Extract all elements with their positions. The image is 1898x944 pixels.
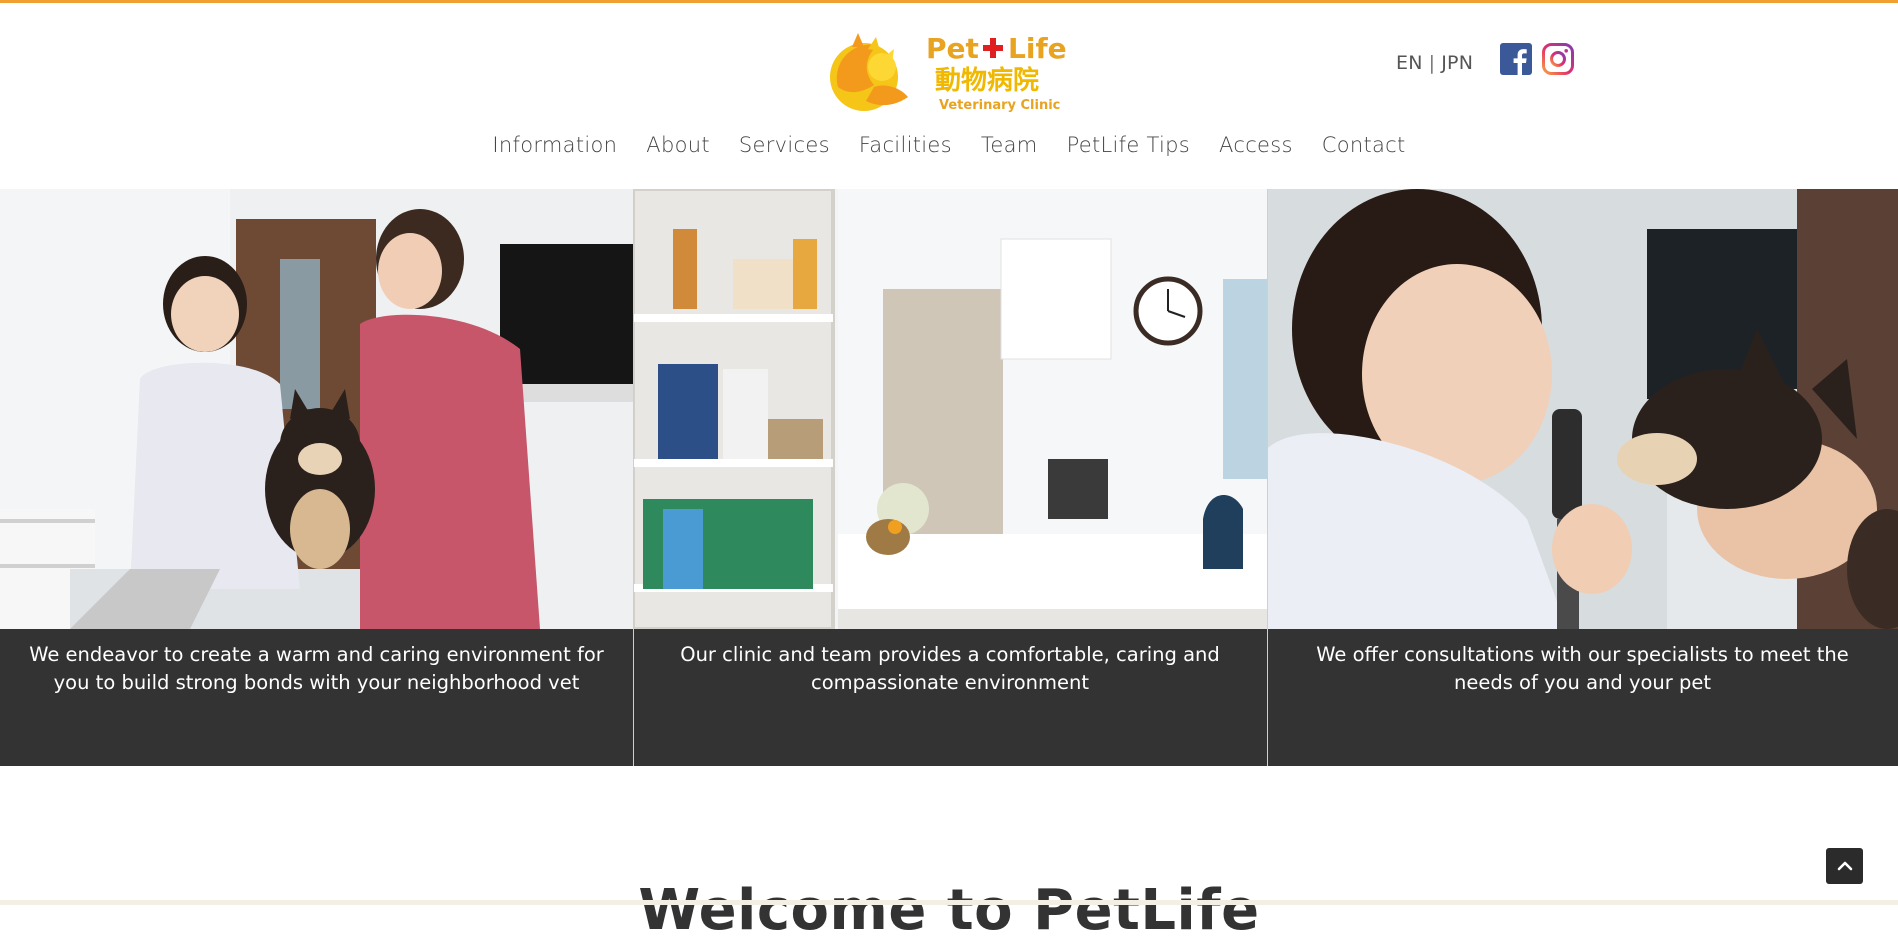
nav-item-services[interactable]: Services [739,133,830,169]
logo-word-pet: Pet [926,32,979,65]
chevron-up-icon [1837,861,1852,871]
hero-panel-2[interactable]: Our clinic and team provides a comfortab… [633,189,1267,766]
social-links [1500,43,1574,77]
logo-word-life: Life [1008,32,1067,65]
nav-item-petlife-tips[interactable]: PetLife Tips [1067,133,1190,169]
vet-examining-dog-photo [0,189,633,629]
nav-item-access[interactable]: Access [1219,133,1293,169]
main-navigation: Information About Services Facilities Te… [0,133,1898,169]
site-header: Pet Life 動物病院 Veterinary Clinic EN|JPN [0,3,1898,189]
hero-panels: We endeavor to create a warm and caring … [0,189,1898,766]
lang-jp-link[interactable]: JPN [1441,52,1473,74]
bottom-strip [0,900,1898,905]
instagram-icon[interactable] [1542,43,1574,75]
nav-item-facilities[interactable]: Facilities [859,133,952,169]
nav-item-information[interactable]: Information [492,133,617,169]
logo-jp-text: 動物病院 [935,65,1039,96]
site-logo[interactable]: Pet Life 動物病院 Veterinary Clinic [822,27,1078,117]
welcome-heading: Welcome to PetLife [638,877,1260,943]
nav-item-about[interactable]: About [646,133,710,169]
panel-divider [1267,189,1268,766]
nav-item-contact[interactable]: Contact [1322,133,1406,169]
back-to-top-button[interactable] [1826,848,1863,884]
lang-en-link[interactable]: EN [1396,52,1423,74]
hero-caption-2: Our clinic and team provides a comfortab… [633,629,1267,766]
lang-separator: | [1428,52,1436,74]
language-switcher: EN | JPN [1396,52,1473,74]
hero-caption-1: We endeavor to create a warm and caring … [0,629,633,766]
facebook-icon[interactable] [1500,43,1532,75]
hero-panel-3[interactable]: We offer consultations with our speciali… [1267,189,1898,766]
panel-divider [633,189,634,766]
vet-otoscope-photo [1267,189,1898,629]
logo-tagline: Veterinary Clinic [939,98,1060,113]
clinic-reception-photo [633,189,1267,629]
hero-caption-3: We offer consultations with our speciali… [1267,629,1898,766]
petlife-logo-icon: Pet Life 動物病院 Veterinary Clinic [830,32,1067,113]
hero-panel-1[interactable]: We endeavor to create a warm and caring … [0,189,633,766]
nav-item-team[interactable]: Team [981,133,1038,169]
